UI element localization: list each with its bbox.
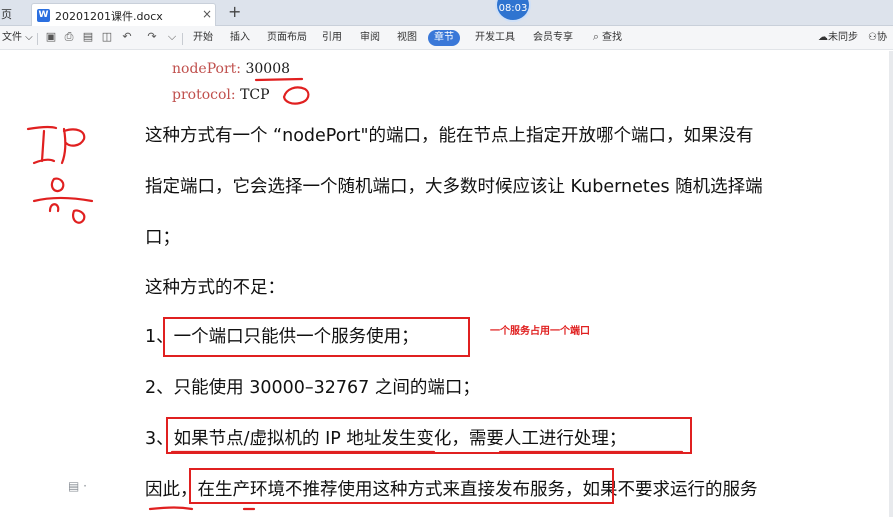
file-menu[interactable]: 文件 ⌵ [2,30,33,46]
menu-find[interactable]: 查找 [602,30,622,46]
ink-annotations [26,77,684,511]
collaborate-button[interactable]: ⚇协 [868,30,887,46]
toolbar-divider [37,33,38,45]
export-pdf-icon[interactable]: ⎙ [63,31,75,43]
ink-stroke [62,128,86,147]
menu-insert[interactable]: 插入 [230,30,250,46]
ink-stroke [72,209,86,224]
sync-status-label: 未同步 [828,32,858,43]
recording-clock-badge: 08:03 [495,0,531,22]
vertical-scrollbar[interactable] [889,51,893,517]
close-tab-icon[interactable]: × [202,7,212,21]
document-tab[interactable]: W 20201201课件.docx × [31,3,216,26]
collaborate-label: 协 [876,32,887,43]
print-preview-icon[interactable]: ◫ [101,31,113,43]
more-icon[interactable]: ⌵ [166,31,178,43]
menu-view[interactable]: 视图 [397,30,417,46]
title-bar: 页 W 20201201课件.docx × + 08:03 [0,0,893,26]
toolbar-divider [182,33,183,45]
menu-member[interactable]: 会员专享 [533,30,573,46]
ink-circle [282,86,310,105]
paragraph-layout-icon[interactable]: ▤ · [68,479,87,493]
new-tab-button[interactable]: + [228,2,241,21]
search-icon[interactable]: ⌕ [590,31,602,43]
save-icon[interactable]: ▣ [45,31,57,43]
home-tab[interactable]: 页 [0,4,20,26]
ink-underline [148,506,194,511]
menu-developer-tools[interactable]: 开发工具 [475,30,515,46]
ink-stroke [50,177,65,193]
ink-stroke [40,129,46,163]
redo-icon[interactable]: ↷ [146,31,158,43]
word-doc-icon: W [37,9,50,22]
document-canvas[interactable]: nodePort: 30008 protocol: TCP 这种方式有一个 “n… [0,51,893,517]
collaborate-icon: ⚇ [868,32,877,43]
ribbon-toolbar: 文件 ⌵ ▣ ⎙ ▤ ◫ ↶ ↷ ⌵ 开始 插入 页面布局 引用 审阅 视图 章… [0,26,893,50]
ink-stroke [48,203,60,213]
cloud-icon: ☁ [818,32,828,43]
document-tab-title: 20201201课件.docx [55,10,163,23]
menu-section[interactable]: 章节 [428,30,460,46]
ink-stroke [32,196,94,203]
ink-stroke [60,127,67,165]
menu-page-layout[interactable]: 页面布局 [267,30,307,46]
ink-underline [254,77,304,82]
menu-review[interactable]: 审阅 [360,30,380,46]
ink-stroke [32,158,56,165]
ink-stroke [26,125,58,131]
sync-status[interactable]: ☁未同步 [818,30,858,46]
undo-icon[interactable]: ↶ [121,31,133,43]
menu-references[interactable]: 引用 [322,30,342,46]
print-icon[interactable]: ▤ [82,31,94,43]
menu-home[interactable]: 开始 [193,30,213,46]
